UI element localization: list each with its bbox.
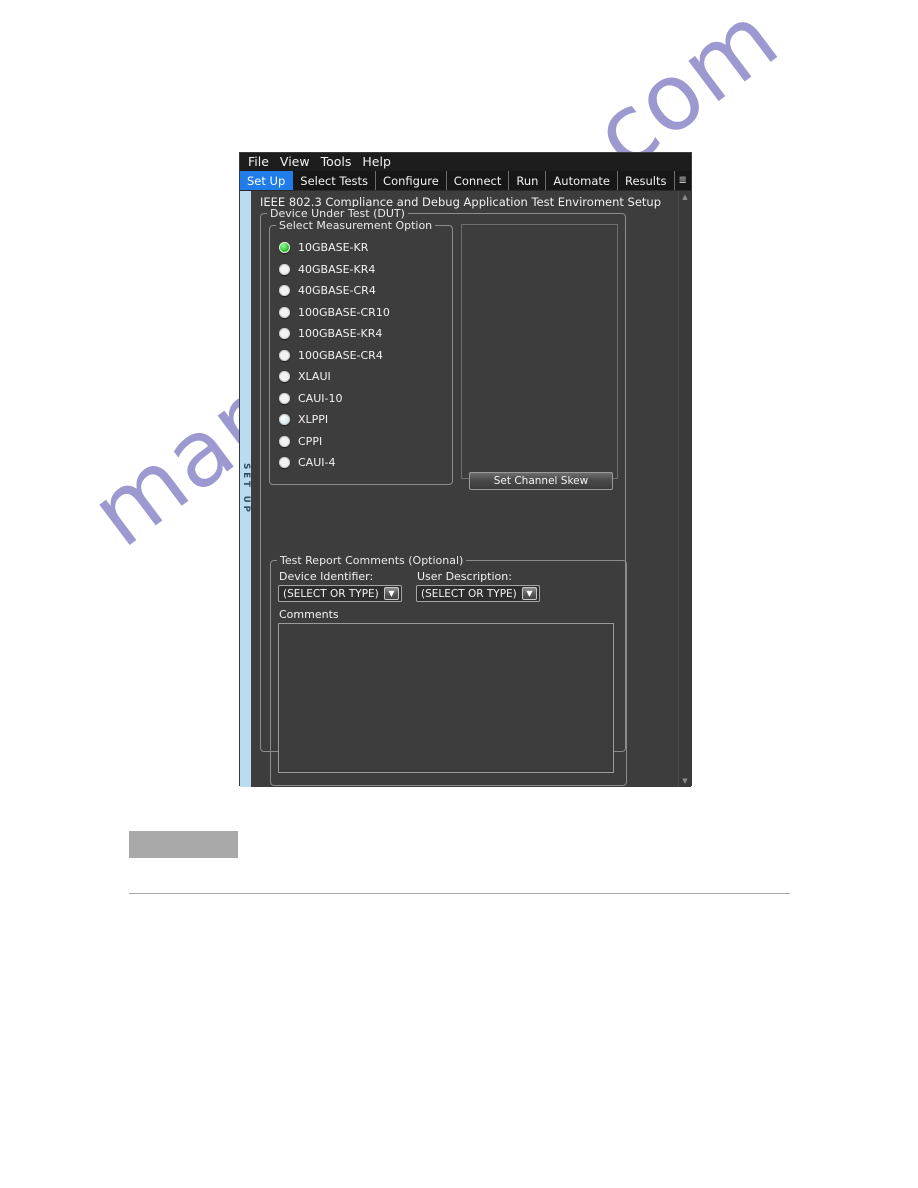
select-measurement-option-group: Select Measurement Option 10GBASE-KR 40G…	[269, 219, 453, 485]
setup-content-panel: IEEE 802.3 Compliance and Debug Applicat…	[251, 191, 678, 787]
radio-option-caui-4[interactable]: CAUI-4	[279, 452, 390, 474]
tab-bar: Set Up Select Tests Configure Connect Ru…	[240, 171, 691, 191]
radio-dot-icon	[279, 392, 290, 404]
radio-option-cppi[interactable]: CPPI	[279, 431, 390, 453]
comments-textarea[interactable]	[278, 623, 614, 773]
radio-label: 100GBASE-CR10	[298, 305, 390, 319]
user-description-value: (SELECT OR TYPE)	[421, 587, 517, 600]
radio-dot-icon	[279, 242, 290, 254]
radio-option-caui-10[interactable]: CAUI-10	[279, 388, 390, 410]
radio-label: XLAUI	[298, 370, 331, 384]
radio-dot-icon	[279, 306, 290, 318]
radio-option-40gbase-cr4[interactable]: 40GBASE-CR4	[279, 280, 390, 302]
device-identifier-label: Device Identifier:	[279, 570, 374, 583]
tab-connect[interactable]: Connect	[446, 171, 510, 190]
channel-preview-panel	[461, 224, 618, 479]
radio-option-10gbase-kr[interactable]: 10GBASE-KR	[279, 237, 390, 259]
overflow-chevrons-icon[interactable]: ≣	[674, 171, 691, 190]
application-window: File View Tools Help Set Up Select Tests…	[239, 152, 692, 787]
user-description-combo[interactable]: (SELECT OR TYPE) ▼	[416, 585, 540, 602]
radio-label: CAUI-10	[298, 391, 343, 405]
chevron-down-icon[interactable]: ▼	[384, 587, 399, 600]
device-identifier-value: (SELECT OR TYPE)	[283, 587, 379, 600]
radio-label: CPPI	[298, 434, 323, 448]
select-measurement-option-legend: Select Measurement Option	[276, 219, 436, 232]
test-report-comments-group: Test Report Comments (Optional) Device I…	[270, 554, 627, 786]
radio-dot-icon	[279, 371, 290, 383]
scroll-up-arrow-icon[interactable]: ▲	[679, 191, 691, 203]
window-body: SET UP IEEE 802.3 Compliance and Debug A…	[240, 191, 691, 787]
sidebar-vertical-tab-label: SET UP	[240, 463, 251, 515]
radio-option-40gbase-kr4[interactable]: 40GBASE-KR4	[279, 259, 390, 281]
menu-bar: File View Tools Help	[240, 153, 691, 171]
tab-select-tests[interactable]: Select Tests	[293, 171, 377, 190]
radio-dot-icon	[279, 349, 290, 361]
radio-label: CAUI-4	[298, 456, 336, 470]
tab-configure[interactable]: Configure	[376, 171, 447, 190]
radio-label: 100GBASE-CR4	[298, 348, 383, 362]
radio-option-100gbase-kr4[interactable]: 100GBASE-KR4	[279, 323, 390, 345]
chevron-down-icon[interactable]: ▼	[522, 587, 537, 600]
device-under-test-group: Device Under Test (DUT) Select Measureme…	[260, 207, 627, 786]
radio-option-100gbase-cr10[interactable]: 100GBASE-CR10	[279, 302, 390, 324]
radio-label: 40GBASE-CR4	[298, 284, 376, 298]
tab-automate[interactable]: Automate	[546, 171, 618, 190]
scroll-down-arrow-icon[interactable]: ▼	[679, 775, 691, 787]
radio-dot-icon	[279, 414, 290, 426]
tab-results[interactable]: Results	[617, 171, 675, 190]
radio-option-100gbase-cr4[interactable]: 100GBASE-CR4	[279, 345, 390, 367]
radio-dot-icon	[279, 285, 290, 297]
menu-item-view[interactable]: View	[280, 153, 310, 171]
tab-set-up[interactable]: Set Up	[240, 171, 294, 190]
menu-item-tools[interactable]: Tools	[321, 153, 352, 171]
device-identifier-combo[interactable]: (SELECT OR TYPE) ▼	[278, 585, 402, 602]
menu-item-help[interactable]: Help	[362, 153, 391, 171]
radio-dot-icon	[279, 457, 290, 469]
set-channel-skew-button[interactable]: Set Channel Skew	[469, 472, 613, 490]
sidebar-vertical-tab-set-up[interactable]: SET UP	[240, 191, 251, 787]
measurement-option-radio-list: 10GBASE-KR 40GBASE-KR4 40GBASE-CR4 100GB…	[279, 237, 390, 474]
menu-item-file[interactable]: File	[248, 153, 269, 171]
user-description-label: User Description:	[417, 570, 512, 583]
radio-label: 10GBASE-KR	[298, 241, 369, 255]
tab-run[interactable]: Run	[509, 171, 547, 190]
radio-option-xlppi[interactable]: XLPPI	[279, 409, 390, 431]
radio-option-xlaui[interactable]: XLAUI	[279, 366, 390, 388]
test-report-comments-legend: Test Report Comments (Optional)	[277, 554, 467, 567]
radio-label: XLPPI	[298, 413, 329, 427]
radio-label: 100GBASE-KR4	[298, 327, 383, 341]
radio-dot-icon	[279, 435, 290, 447]
radio-dot-icon	[279, 328, 290, 340]
page-footer-rule	[129, 893, 790, 894]
comments-label: Comments	[279, 608, 339, 621]
radio-dot-icon	[279, 263, 290, 275]
radio-label: 40GBASE-KR4	[298, 262, 376, 276]
caption-placeholder-block	[129, 831, 238, 858]
vertical-scrollbar[interactable]: ▲ ▼	[678, 191, 691, 787]
